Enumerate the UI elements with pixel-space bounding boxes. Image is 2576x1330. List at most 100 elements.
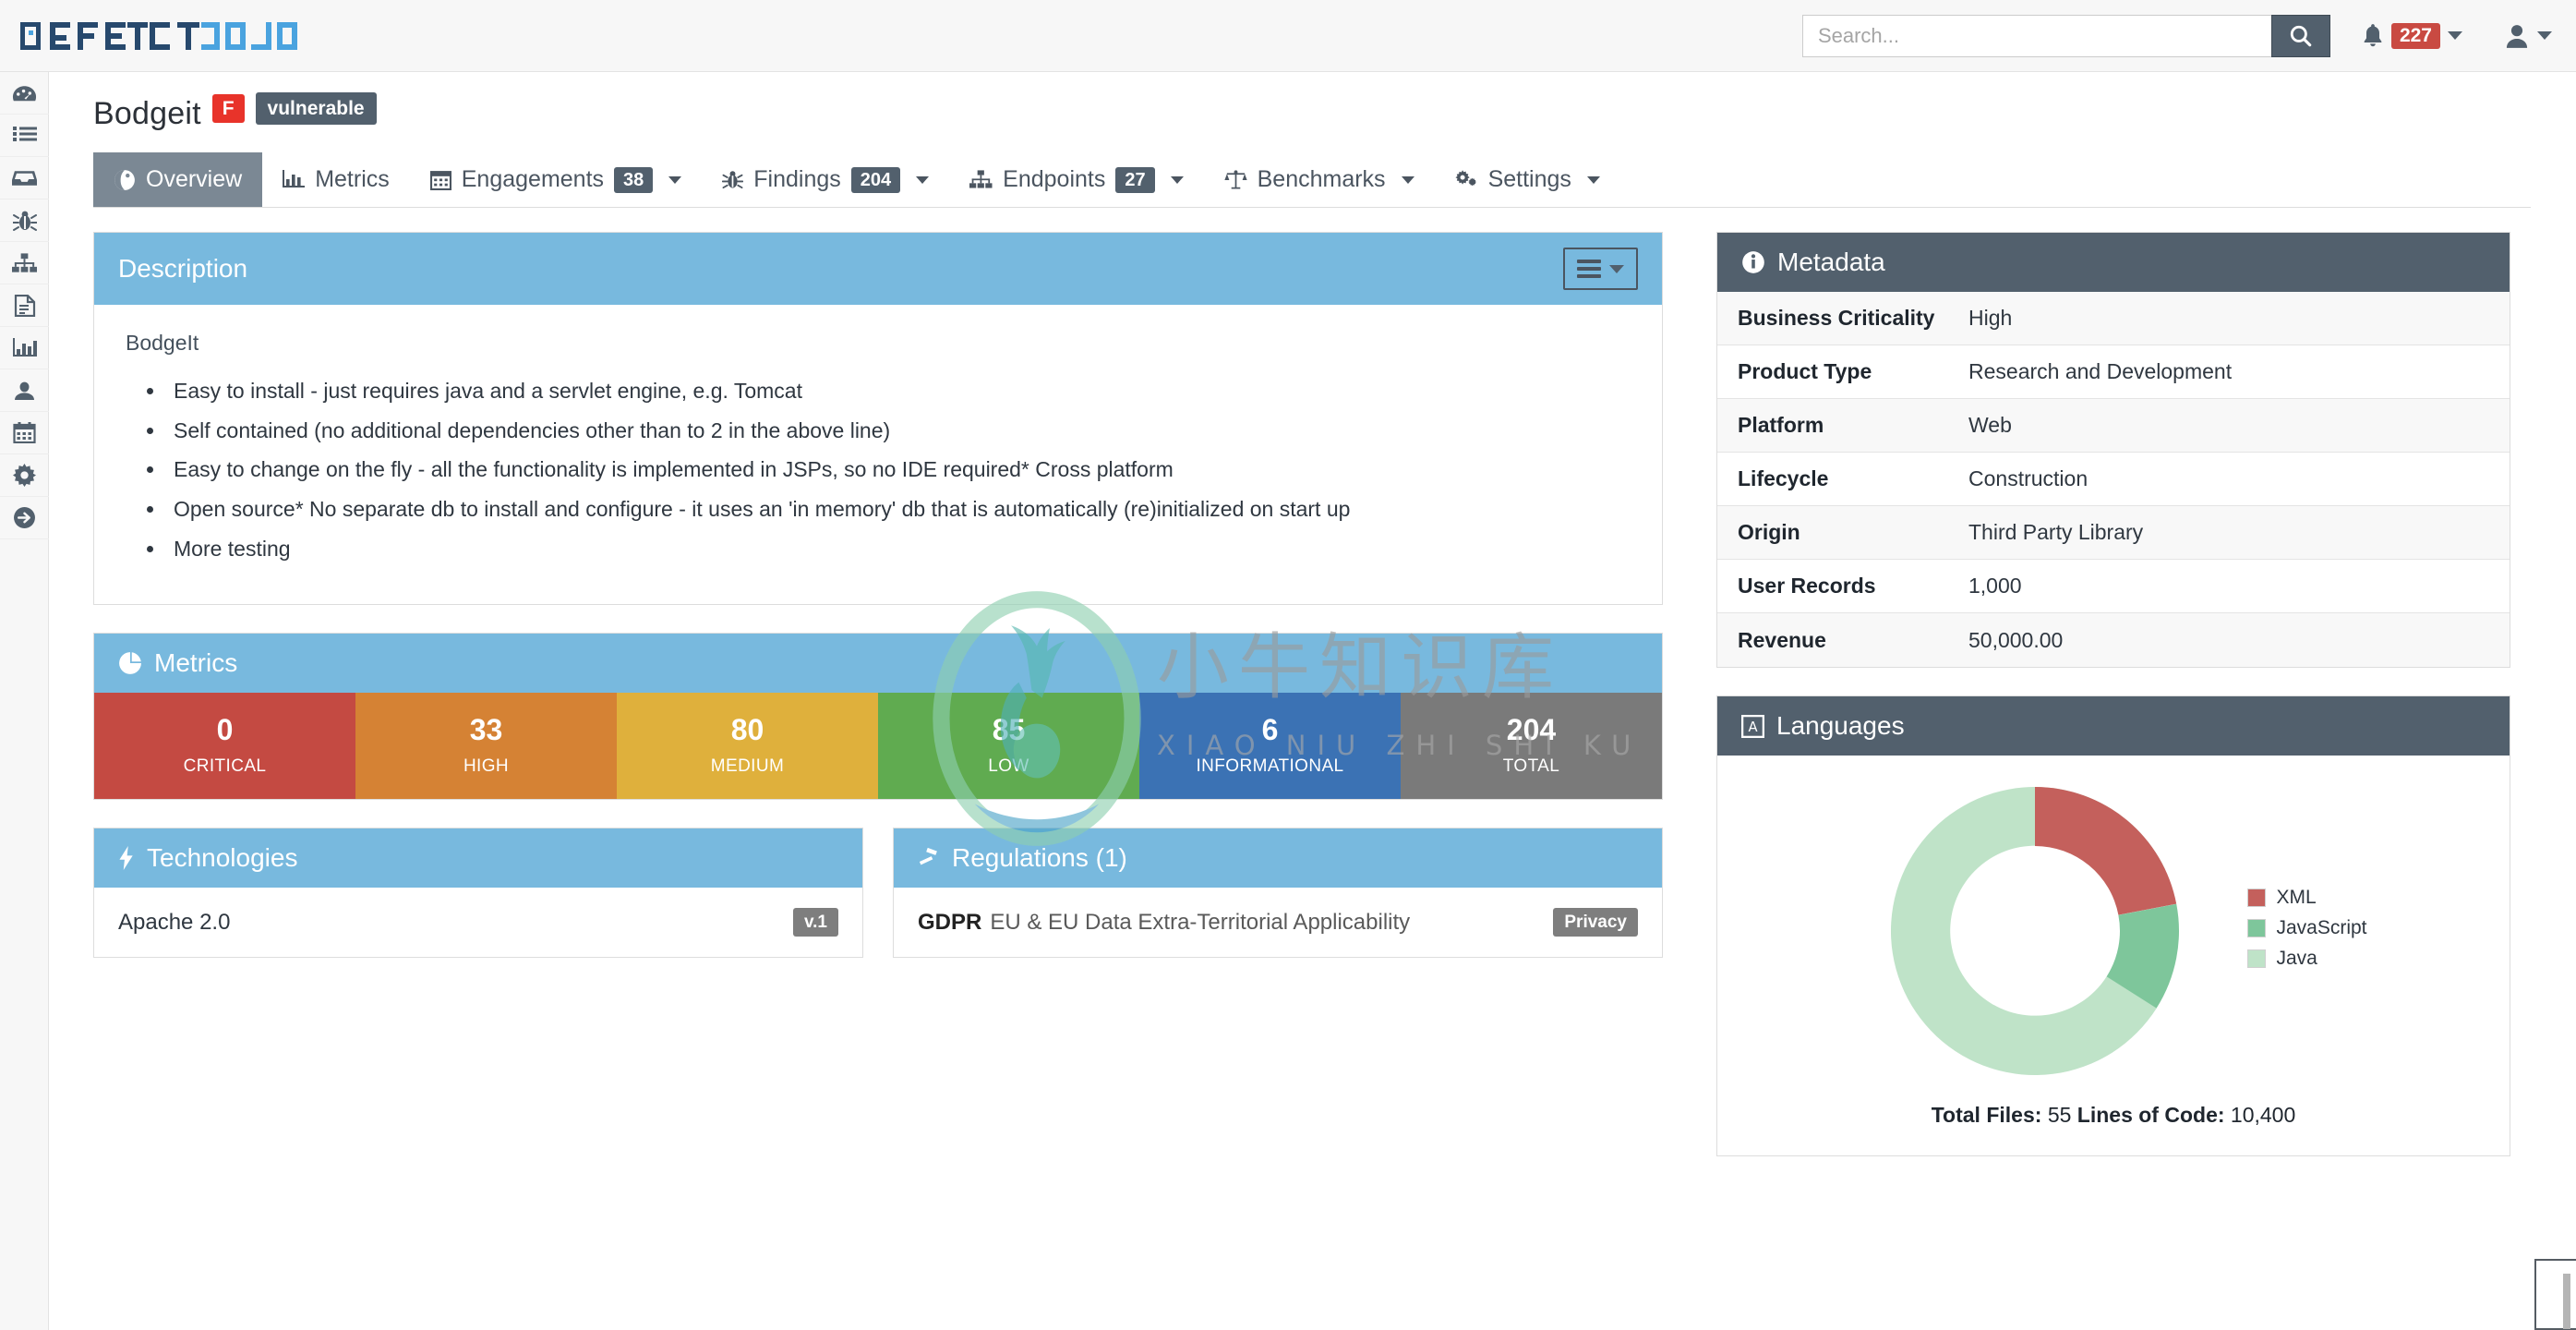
description-panel-body: BodgeIt Easy to install - just requires … [94,305,1662,604]
tab-label: Endpoints [1003,166,1106,192]
description-subtitle: BodgeIt [126,331,199,355]
legend-swatch-javascript [2247,918,2267,937]
scrollbar-thumb[interactable] [2563,1274,2570,1329]
chevron-down-icon [2448,31,2462,40]
severity-label: INFORMATIONAL [1196,756,1344,777]
sidebar-item-configuration[interactable] [0,454,49,497]
tab-engagements[interactable]: Engagements 38 [410,152,703,207]
bell-icon [2364,23,2382,46]
defectdojo-logo-icon [20,21,297,50]
technologies-panel: Technologies Apache 2.0 v.1 [93,828,863,959]
search-input[interactable] [1801,14,2271,57]
severity-count: 85 [992,713,1026,747]
total-files-value: 55 [2047,1103,2072,1127]
metadata-value: 1,000 [1968,574,2022,598]
sitemap-icon [969,170,993,188]
languages-totals: Total Files: 55 Lines of Code: 10,400 [1736,1103,2491,1128]
user-icon [2506,24,2528,48]
app-logo[interactable] [20,0,307,71]
tab-settings[interactable]: Settings [1435,152,1620,207]
tab-label: Findings [753,166,841,192]
table-row: Origin Third Party Library [1717,506,2510,560]
technologies-panel-header: Technologies [94,828,862,889]
regulation-row[interactable]: GDPR EU & EU Data Extra-Territorial Appl… [894,888,1662,957]
donut-chart-svg [1891,787,2180,1076]
legend-label: XML [2276,886,2317,908]
sidebar-item-logout[interactable] [0,497,49,539]
tab-label: Overview [146,166,243,192]
severity-tile-medium[interactable]: 80 MEDIUM [617,693,878,800]
metadata-key: Origin [1738,520,1800,544]
gears-icon [1454,170,1476,187]
sidebar-item-list[interactable] [0,115,49,157]
tab-label: Engagements [461,166,605,192]
sidebar-item-reports[interactable] [0,284,49,327]
tab-overview[interactable]: Overview [93,152,263,207]
description-menu-button[interactable] [1563,248,1638,290]
metadata-key: Business Criticality [1738,306,1935,330]
tab-benchmarks[interactable]: Benchmarks [1204,152,1435,207]
severity-tile-high[interactable]: 33 HIGH [355,693,617,800]
tab-count-badge: 27 [1115,166,1155,193]
technology-row[interactable]: Apache 2.0 v.1 [94,888,862,957]
loc-value: 10,400 [2230,1103,2296,1127]
calendar-icon [429,171,451,190]
sidebar-item-calendar[interactable] [0,412,49,454]
document-icon [14,294,35,317]
regulation-description: EU & EU Data Extra-Territorial Applicabi… [990,909,1411,935]
chevron-down-icon[interactable] [1401,175,1414,184]
severity-count: 6 [1261,713,1279,747]
list-icon [12,126,37,141]
tachometer-icon [12,85,37,101]
search-button[interactable] [2270,14,2330,57]
list-item: Easy to install - just requires java and… [166,376,1631,406]
sidebar-item-metrics[interactable] [0,327,49,369]
tab-endpoints[interactable]: Endpoints 27 [949,152,1203,207]
metadata-value: 50,000.00 [1968,627,2064,652]
search-icon [2290,25,2312,46]
chevron-down-icon[interactable] [916,175,930,184]
tab-label: Metrics [315,166,390,192]
bottom-panels-row: Technologies Apache 2.0 v.1 Regulations … [93,828,1663,959]
metadata-key: Platform [1738,413,1824,437]
sidebar-item-endpoints[interactable] [0,242,49,284]
severity-tile-total[interactable]: 204 TOTAL [1401,693,1662,800]
notification-badge: 227 [2390,22,2440,49]
table-row: Product Type Research and Development [1717,345,2510,399]
chevron-down-icon[interactable] [1170,175,1184,184]
technology-version-badge: v.1 [792,908,838,937]
legend-swatch-java [2247,949,2267,968]
regulation-category-badge: Privacy [1553,908,1638,937]
chevron-down-icon[interactable] [1586,175,1600,184]
tab-metrics[interactable]: Metrics [262,152,410,207]
chevron-down-icon [1609,264,1624,273]
bolt-icon [119,846,133,871]
severity-tile-critical[interactable]: 0 CRITICAL [94,693,355,800]
description-panel: Description BodgeIt Easy to install - ju… [93,232,1663,606]
globe-icon [114,169,135,190]
sidebar-item-users[interactable] [0,369,49,412]
sidebar-item-findings[interactable] [0,200,49,242]
description-panel-header: Description [94,233,1662,305]
severity-label: TOTAL [1502,756,1560,777]
user-menu[interactable] [2505,0,2552,71]
severity-count: 204 [1506,713,1557,747]
chevron-down-icon[interactable] [668,175,682,184]
tab-count-badge: 204 [850,166,901,193]
sidebar-item-inbox[interactable] [0,157,49,200]
pie-chart-icon [119,652,141,675]
legend-item: Java [2247,948,2366,970]
panel-title: Regulations (1) [952,843,1127,873]
notifications-menu[interactable]: 227 [2362,0,2462,71]
severity-tile-informational[interactable]: 6 INFORMATIONAL [1139,693,1401,800]
tab-findings[interactable]: Findings 204 [702,152,949,207]
severity-tile-low[interactable]: 85 LOW [878,693,1139,800]
status-badge: vulnerable [255,92,377,125]
table-row: Revenue 50,000.00 [1717,613,2510,667]
severity-label: HIGH [463,756,510,777]
metadata-key: User Records [1738,574,1876,598]
sitemap-icon [12,252,37,272]
metadata-value: Construction [1968,466,2088,490]
sidebar-item-dashboard[interactable] [0,72,49,115]
left-column: Description BodgeIt Easy to install - ju… [93,232,1663,1184]
